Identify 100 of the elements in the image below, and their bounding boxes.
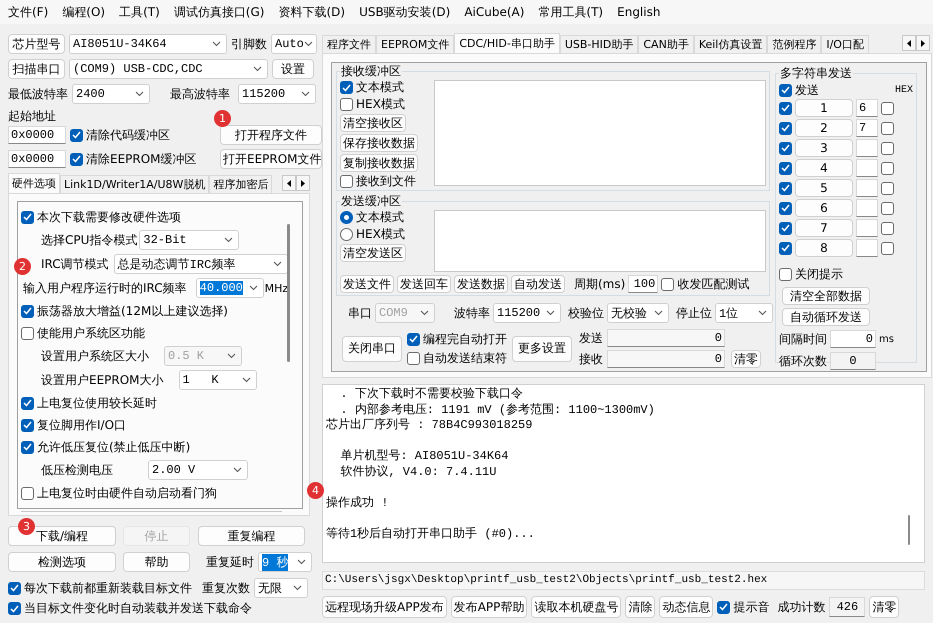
scroll-left-button[interactable] — [902, 35, 916, 51]
button[interactable]: 保存接收数据 — [340, 134, 418, 152]
button[interactable]: 清零 — [869, 596, 900, 618]
tab[interactable]: Link1D/Writer1A/U8W脱机 — [60, 175, 210, 193]
button[interactable]: 重复编程 — [198, 526, 305, 546]
button[interactable]: 清除 — [625, 596, 656, 618]
text-field[interactable]: 0 — [607, 329, 725, 347]
button[interactable]: 清空接收区 — [340, 114, 406, 132]
dropdown[interactable]: 115200 — [238, 84, 316, 104]
checkbox[interactable] — [779, 222, 792, 234]
checkbox[interactable] — [21, 418, 34, 432]
button[interactable]: 6 — [795, 199, 853, 217]
menu-item[interactable]: 调试仿真接口(G) — [166, 4, 272, 20]
tab[interactable]: 硬件选项 — [8, 173, 60, 193]
tab[interactable]: CAN助手 — [638, 35, 694, 53]
button[interactable]: 发送文件 — [340, 275, 394, 293]
checkbox[interactable] — [881, 162, 894, 174]
checkbox[interactable] — [881, 202, 894, 214]
checkbox[interactable] — [779, 202, 792, 214]
dropdown[interactable]: 总是动态调节IRC频率 — [114, 254, 288, 274]
menu-item[interactable]: English — [610, 5, 668, 19]
menu-item[interactable]: USB驱动安装(D) — [352, 4, 458, 20]
button[interactable]: 清零 — [731, 350, 761, 368]
button[interactable]: 检测选项 — [8, 552, 116, 572]
checkbox[interactable] — [779, 122, 792, 134]
button[interactable]: 发布APP帮助 — [450, 596, 528, 618]
button[interactable]: 发送回车 — [397, 275, 451, 293]
button[interactable]: 更多设置 — [512, 336, 572, 362]
button[interactable]: 复制接收数据 — [340, 154, 418, 172]
text-field[interactable]: 7 — [856, 119, 878, 137]
text-field[interactable] — [856, 139, 878, 157]
tab[interactable]: 程序文件 — [322, 35, 376, 53]
text-field[interactable] — [856, 159, 878, 177]
button[interactable]: 1 — [795, 99, 853, 117]
checkbox[interactable] — [340, 175, 353, 188]
button[interactable]: 帮助 — [123, 552, 190, 572]
checkbox[interactable] — [779, 102, 792, 114]
menu-item[interactable]: 资料下载(D) — [271, 4, 352, 20]
checkbox[interactable] — [881, 102, 894, 114]
dropdown[interactable]: Auto — [271, 34, 317, 54]
checkbox[interactable] — [717, 600, 730, 614]
radio-button[interactable] — [340, 211, 353, 224]
tab[interactable]: CDC/HID-串口助手 — [454, 33, 560, 53]
tab[interactable]: USB-HID助手 — [560, 35, 638, 53]
dropdown[interactable]: 无限 — [254, 578, 308, 598]
dropdown[interactable]: (COM9) USB-CDC,CDC — [69, 59, 268, 79]
button[interactable]: 关闭串口 — [342, 336, 402, 362]
dropdown[interactable]: 2400 — [72, 84, 150, 104]
button[interactable]: 打开程序文件 — [220, 125, 322, 145]
checkbox[interactable] — [21, 396, 34, 410]
button[interactable]: 8 — [795, 239, 853, 257]
scrollbar-thumb[interactable] — [908, 515, 910, 545]
text-field[interactable]: 0x0000 — [8, 150, 66, 168]
menu-item[interactable]: 工具(T) — [112, 4, 167, 20]
scroll-left-button[interactable] — [282, 175, 296, 191]
button[interactable]: 清空全部数据 — [782, 287, 870, 305]
checkbox[interactable] — [779, 182, 792, 194]
text-field[interactable]: 0x0000 — [8, 126, 66, 144]
tab[interactable]: 范例程序 — [767, 35, 822, 53]
scrollbar-thumb[interactable] — [287, 224, 290, 362]
checkbox[interactable] — [8, 602, 21, 615]
checkbox[interactable] — [8, 582, 21, 594]
button[interactable]: 7 — [795, 219, 853, 237]
checkbox[interactable] — [779, 268, 792, 280]
dropdown[interactable]: 无校验 — [607, 303, 669, 323]
dropdown[interactable]: 40.000 — [196, 278, 264, 298]
checkbox[interactable] — [21, 304, 34, 318]
button[interactable]: 3 — [795, 139, 853, 157]
button[interactable]: 自动循环发送 — [782, 308, 870, 326]
button[interactable]: 打开EEPROM文件 — [220, 149, 322, 169]
button[interactable]: 扫描串口 — [8, 59, 65, 79]
text-field[interactable] — [856, 199, 878, 217]
text-field[interactable]: 0 — [607, 350, 725, 368]
checkbox[interactable] — [407, 332, 420, 346]
button[interactable]: 2 — [795, 119, 853, 137]
checkbox[interactable] — [881, 122, 894, 134]
checkbox[interactable] — [881, 142, 894, 154]
text-field[interactable] — [856, 239, 878, 257]
tab[interactable]: I/O口配 — [821, 35, 869, 53]
checkbox[interactable] — [407, 352, 420, 364]
checkbox[interactable] — [779, 242, 792, 254]
checkbox[interactable] — [21, 486, 34, 500]
scroll-right-button[interactable] — [296, 175, 310, 191]
dropdown[interactable]: 1 K — [178, 370, 257, 390]
checkbox[interactable] — [70, 152, 83, 166]
checkbox[interactable] — [881, 182, 894, 194]
button[interactable]: 清空发送区 — [340, 244, 406, 262]
dropdown[interactable]: 9 秒 — [258, 552, 312, 572]
text-field[interactable]: 6 — [856, 99, 878, 117]
dropdown[interactable]: AI8051U-34K64 — [69, 34, 227, 54]
checkbox[interactable] — [340, 81, 353, 94]
radio-button[interactable] — [340, 228, 353, 241]
checkbox[interactable] — [779, 142, 792, 154]
button[interactable]: 芯片型号 — [8, 34, 65, 54]
button[interactable]: 发送数据 — [454, 275, 508, 293]
text-field[interactable]: 426 — [829, 597, 866, 617]
button[interactable]: 远程现场升级APP发布 — [322, 596, 447, 618]
tab[interactable]: EEPROM文件 — [376, 35, 454, 53]
checkbox[interactable] — [340, 98, 353, 111]
menu-item[interactable]: 常用工具(T) — [531, 4, 610, 20]
